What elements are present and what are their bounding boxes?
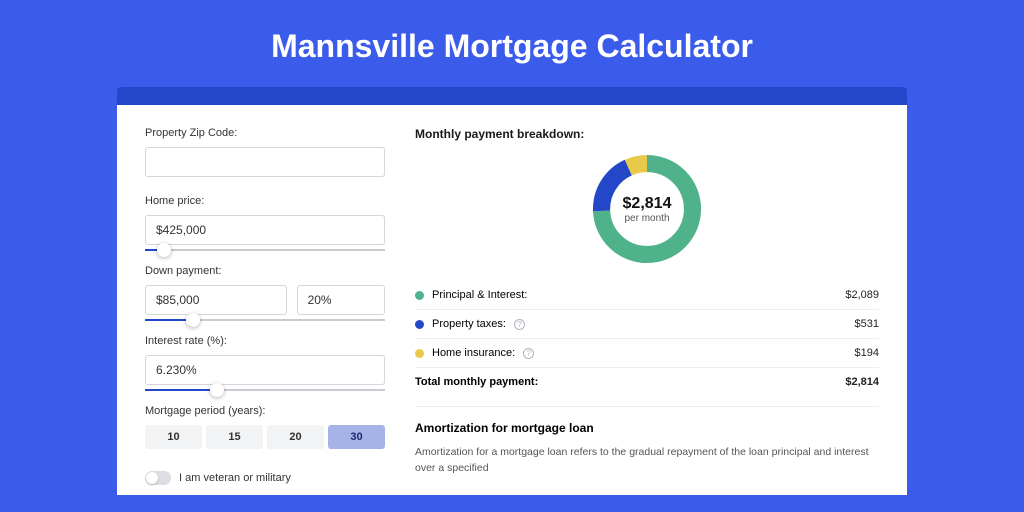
period-button-15[interactable]: 15 — [206, 425, 263, 449]
rate-slider-fill — [145, 389, 217, 391]
calculator-card: Property Zip Code: Home price: Down paym… — [117, 105, 907, 495]
breakdown-value: $194 — [855, 347, 879, 359]
page-title: Mannsville Mortgage Calculator — [0, 0, 1024, 87]
legend-dot-icon — [415, 349, 424, 358]
price-slider[interactable] — [145, 249, 385, 251]
rate-input[interactable] — [145, 355, 385, 385]
down-percent-input[interactable] — [297, 285, 385, 315]
period-group: 10152030 — [145, 425, 385, 449]
zip-input[interactable] — [145, 147, 385, 177]
donut-subtitle: per month — [587, 213, 707, 224]
zip-label: Property Zip Code: — [145, 127, 385, 139]
down-label: Down payment: — [145, 265, 385, 277]
donut-chart-area: $2,814 per month — [415, 145, 879, 281]
breakdown-row: Principal & Interest: $2,089 — [415, 281, 879, 309]
period-label: Mortgage period (years): — [145, 405, 385, 417]
period-button-10[interactable]: 10 — [145, 425, 202, 449]
breakdown-value: $2,089 — [845, 289, 879, 301]
info-icon[interactable]: ? — [523, 348, 534, 359]
veteran-label: I am veteran or military — [179, 472, 291, 484]
breakdown-label: Property taxes: — [432, 318, 506, 330]
price-label: Home price: — [145, 195, 385, 207]
legend-dot-icon — [415, 291, 424, 300]
legend-dot-icon — [415, 320, 424, 329]
form-column: Property Zip Code: Home price: Down paym… — [145, 127, 385, 485]
rate-slider-thumb[interactable] — [210, 383, 224, 397]
breakdown-value: $531 — [855, 318, 879, 330]
total-row: Total monthly payment: $2,814 — [415, 367, 879, 396]
breakdown-row: Property taxes:? $531 — [415, 309, 879, 338]
donut-amount: $2,814 — [587, 195, 707, 213]
breakdown-label: Home insurance: — [432, 347, 515, 359]
calculator-card-outer: Property Zip Code: Home price: Down paym… — [117, 87, 907, 495]
rate-slider[interactable] — [145, 389, 385, 391]
breakdown-row: Home insurance:? $194 — [415, 338, 879, 367]
down-slider[interactable] — [145, 319, 385, 321]
down-amount-input[interactable] — [145, 285, 287, 315]
period-button-20[interactable]: 20 — [267, 425, 324, 449]
breakdown-list: Principal & Interest: $2,089 Property taxe… — [415, 281, 879, 367]
info-icon[interactable]: ? — [514, 319, 525, 330]
breakdown-column: Monthly payment breakdown: $2,814 per mo… — [415, 127, 879, 485]
total-label: Total monthly payment: — [415, 376, 538, 388]
amortization-text: Amortization for a mortgage loan refers … — [415, 445, 879, 477]
veteran-toggle[interactable] — [145, 471, 171, 485]
price-input[interactable] — [145, 215, 385, 245]
amortization-section: Amortization for mortgage loan Amortizat… — [415, 406, 879, 477]
down-slider-thumb[interactable] — [186, 313, 200, 327]
period-button-30[interactable]: 30 — [328, 425, 385, 449]
breakdown-title: Monthly payment breakdown: — [415, 127, 879, 141]
price-slider-thumb[interactable] — [157, 243, 171, 257]
amortization-title: Amortization for mortgage loan — [415, 421, 879, 435]
donut-center: $2,814 per month — [587, 195, 707, 224]
breakdown-label: Principal & Interest: — [432, 289, 527, 301]
total-value: $2,814 — [845, 376, 879, 388]
rate-label: Interest rate (%): — [145, 335, 385, 347]
